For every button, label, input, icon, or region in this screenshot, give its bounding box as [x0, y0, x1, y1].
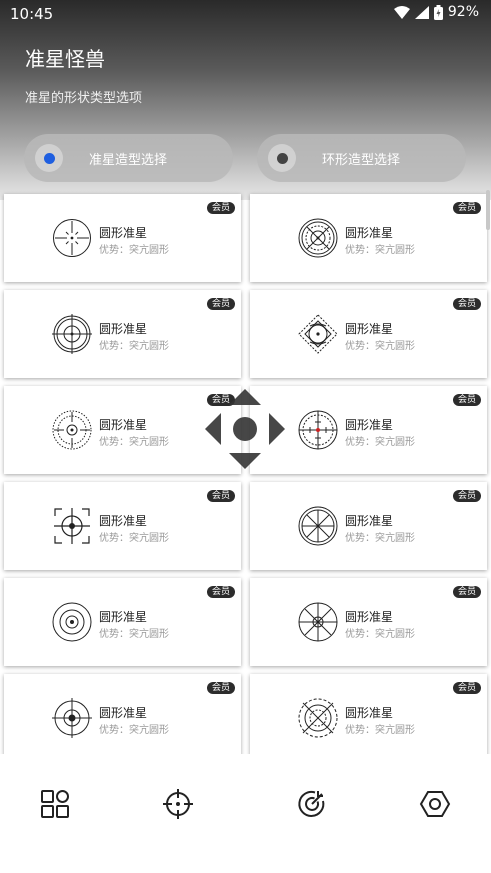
card-desc: 优势：突亢圆形 — [99, 533, 169, 544]
crosshair-card[interactable]: 会员 圆形准星 优势：突亢圆形 — [4, 194, 241, 282]
grid-apps-icon — [41, 790, 69, 818]
status-bar: 10:45 92% — [0, 0, 491, 28]
card-title: 圆形准星 — [99, 226, 148, 240]
nav-settings-button[interactable] — [418, 787, 452, 821]
crosshair-card[interactable]: 会员 圆形准星 优势：突亢圆形 — [4, 674, 241, 754]
card-title: 圆形准星 — [99, 418, 148, 432]
signal-icon — [414, 5, 429, 19]
nav-target-button[interactable] — [295, 787, 329, 821]
dpad-up-icon — [229, 389, 261, 405]
crosshair-grid: 会员 圆形准星 优势：突亢圆形 会员 圆形准星 优势：突亢圆形 会员 圆形准星 … — [0, 190, 491, 754]
vip-badge: 会员 — [452, 490, 481, 502]
card-title: 圆形准星 — [99, 322, 148, 336]
crosshair-spoke-icon — [298, 506, 338, 546]
card-desc: 优势：突亢圆形 — [99, 341, 169, 352]
crosshair-card[interactable]: 会员 圆形准星 优势：突亢圆形 — [250, 578, 487, 666]
crosshair-card[interactable]: 会员 圆形准星 优势：突亢圆形 — [4, 482, 241, 570]
crosshair-bullseye-icon — [52, 602, 92, 642]
vip-badge: 会员 — [452, 298, 481, 310]
card-title: 圆形准星 — [99, 706, 148, 720]
card-desc: 优势：突亢圆形 — [345, 629, 415, 640]
dpad-down-icon — [229, 453, 261, 469]
wifi-icon — [393, 5, 410, 19]
crosshair-shape-mode-button[interactable]: 准星造型选择 — [24, 134, 233, 182]
crosshair-card[interactable]: 会员 圆形准星 优势：突亢圆形 — [250, 290, 487, 378]
target-arrow-icon — [298, 790, 325, 817]
card-title: 圆形准星 — [345, 706, 394, 720]
vip-badge: 会员 — [206, 682, 235, 694]
page-title: 准星怪兽 — [25, 47, 105, 71]
vip-badge: 会员 — [206, 586, 235, 598]
crosshair-card[interactable]: 会员 圆形准星 优势：突亢圆形 — [250, 194, 487, 282]
card-title: 圆形准星 — [99, 610, 148, 624]
crosshair-dot-icon — [52, 698, 92, 738]
crosshair-thin-icon — [53, 219, 91, 257]
mode-button-label: 环形造型选择 — [322, 152, 401, 168]
radio-selected-icon — [35, 144, 63, 172]
crosshair-card[interactable]: 会员 圆形准星 优势：突亢圆形 — [4, 578, 241, 666]
card-desc: 优势：突亢圆形 — [99, 725, 169, 736]
page-subtitle: 准星的形状类型选项 — [25, 91, 143, 106]
battery-percent: 92% — [447, 4, 479, 20]
card-desc: 优势：突亢圆形 — [99, 629, 169, 640]
card-desc: 优势：突亢圆形 — [345, 725, 415, 736]
dpad-center-icon — [233, 417, 257, 441]
nav-apps-button[interactable] — [38, 787, 72, 821]
crosshair-card[interactable]: 会员 圆形准星 优势：突亢圆形 — [250, 386, 487, 474]
card-desc: 优势：突亢圆形 — [345, 533, 415, 544]
status-icons: 92% — [393, 4, 479, 20]
crosshair-star-icon — [298, 602, 338, 642]
card-desc: 优势：突亢圆形 — [345, 437, 415, 448]
card-desc: 优势：突亢圆形 — [345, 245, 415, 256]
nav-crosshair-button[interactable] — [161, 787, 195, 821]
floating-dpad[interactable] — [205, 389, 285, 469]
card-title: 圆形准星 — [345, 226, 394, 240]
dpad-right-icon — [269, 413, 285, 445]
vip-badge: 会员 — [452, 394, 481, 406]
crosshair-bracket-icon — [54, 508, 90, 544]
vip-badge: 会员 — [206, 490, 235, 502]
ring-shape-mode-button[interactable]: 环形造型选择 — [257, 134, 466, 182]
crosshair-rings-icon — [52, 314, 92, 354]
crosshair-x-icon — [298, 698, 338, 738]
battery-icon — [433, 4, 443, 20]
dpad-left-icon — [205, 413, 221, 445]
vip-badge: 会员 — [206, 202, 235, 214]
hex-settings-icon — [419, 791, 451, 817]
crosshair-dotted-icon — [52, 410, 92, 450]
radio-unselected-icon — [268, 144, 296, 172]
bottom-nav — [0, 754, 491, 873]
status-time: 10:45 — [10, 5, 54, 23]
crosshair-concentric-icon — [298, 218, 338, 258]
crosshair-card[interactable]: 会员 圆形准星 优势：突亢圆形 — [250, 674, 487, 754]
card-desc: 优势：突亢圆形 — [345, 341, 415, 352]
crosshair-icon — [163, 789, 193, 819]
card-title: 圆形准星 — [345, 418, 394, 432]
crosshair-scope-icon — [298, 410, 338, 450]
mode-button-label: 准星造型选择 — [89, 152, 168, 168]
card-title: 圆形准星 — [345, 322, 394, 336]
crosshair-card[interactable]: 会员 圆形准星 优势：突亢圆形 — [4, 290, 241, 378]
card-desc: 优势：突亢圆形 — [99, 245, 169, 256]
scrollbar[interactable] — [486, 190, 490, 230]
crosshair-diamond-icon — [298, 314, 338, 354]
crosshair-card[interactable]: 会员 圆形准星 优势：突亢圆形 — [250, 482, 487, 570]
vip-badge: 会员 — [452, 682, 481, 694]
vip-badge: 会员 — [452, 202, 481, 214]
card-title: 圆形准星 — [345, 514, 394, 528]
card-title: 圆形准星 — [345, 610, 394, 624]
card-desc: 优势：突亢圆形 — [99, 437, 169, 448]
vip-badge: 会员 — [452, 586, 481, 598]
vip-badge: 会员 — [206, 298, 235, 310]
card-title: 圆形准星 — [99, 514, 148, 528]
